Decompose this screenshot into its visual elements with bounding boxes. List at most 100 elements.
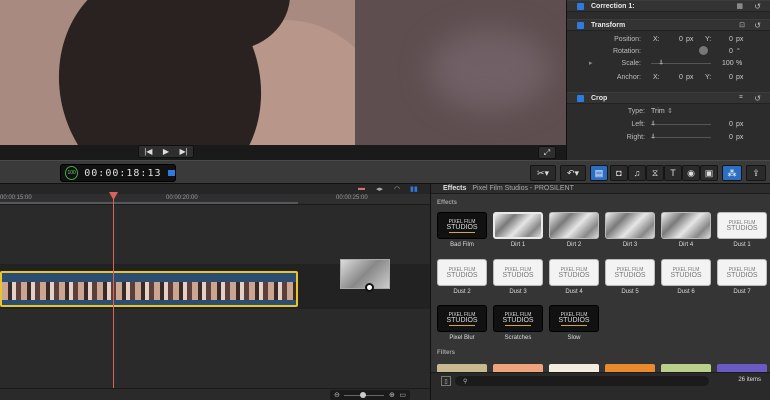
sidebar-icon: ▯ [444, 378, 448, 385]
undo-icon: ↶▾ [566, 167, 580, 178]
undo-menu-button[interactable]: ↶▾ [560, 165, 586, 181]
expand-icon: ⤢ [543, 147, 551, 157]
effect-label: Dust 3 [509, 289, 527, 295]
play-icon[interactable]: ▶ [163, 147, 169, 156]
correction-section-header[interactable]: Correction 1: ▦ ↺ [567, 0, 770, 12]
timeline-bottom-bar: ⊖ ⊕ ▭ [0, 388, 430, 400]
scale-value[interactable]: 100 [722, 60, 734, 67]
audio-meter-icon[interactable] [167, 170, 175, 176]
crop-tool-icon[interactable]: ⌗ [739, 94, 743, 102]
effect-thumbnail[interactable]: PIXEL FILM STUDIOS [717, 259, 767, 286]
effect-thumbnail[interactable] [605, 212, 655, 239]
generators-button[interactable]: ◉ [682, 165, 700, 181]
logo-underline [449, 324, 475, 326]
transform-section-header[interactable]: Transform ⊡ ↺ [567, 19, 770, 31]
crop-left-value[interactable]: 0 [729, 121, 733, 128]
anchor-row: Anchor: X: 0 px Y: 0 px [567, 71, 770, 83]
rotation-value[interactable]: 0 [729, 48, 733, 55]
transitions-icon: ⧖ [651, 167, 659, 178]
effect-label: Dust 2 [453, 289, 471, 295]
crop-right-knob[interactable]: ⍋ [651, 133, 655, 141]
previous-frame-icon[interactable]: |◀ [144, 147, 152, 156]
playhead[interactable] [113, 192, 114, 388]
reset-icon[interactable]: ↺ [754, 21, 761, 30]
transform-enable-checkbox[interactable] [577, 21, 584, 29]
clip-view-button[interactable]: ▤ [590, 165, 608, 181]
effect-thumbnail[interactable]: PIXEL FILM STUDIOS [605, 259, 655, 286]
scale-slider-knob[interactable]: ⍋ [659, 59, 663, 67]
color-board-icon[interactable]: ▦ [736, 2, 743, 10]
pfs-logo-text: STUDIOS [726, 271, 758, 279]
zoom-in-icon[interactable]: ⊕ [389, 391, 395, 399]
anchor-x-value[interactable]: 0 [679, 74, 683, 81]
effect-label: Dust 1 [733, 242, 751, 248]
not-allowed-cursor-icon [365, 283, 374, 292]
effect-thumbnail[interactable]: PIXEL FILM STUDIOS [437, 305, 487, 332]
position-y-value[interactable]: 0 [729, 36, 733, 43]
effect-thumbnail[interactable]: PIXEL FILM STUDIOS [493, 305, 543, 332]
correction-enable-checkbox[interactable] [577, 2, 584, 10]
photos-button[interactable]: ◘ [610, 165, 628, 181]
crop-section-header[interactable]: Crop ⌗ ↺ [567, 92, 770, 104]
rotation-dial[interactable] [699, 46, 708, 55]
anchor-label: Anchor: [616, 73, 641, 81]
effect-thumbnail[interactable] [493, 212, 543, 239]
effect-thumbnail[interactable]: PIXEL FILM STUDIOS [437, 259, 487, 286]
zoom-out-icon[interactable]: ⊖ [334, 391, 340, 399]
effect-thumbnail[interactable]: PIXEL FILM STUDIOS [493, 259, 543, 286]
chevron-updown-icon[interactable]: ⇕ [667, 107, 673, 115]
reset-icon[interactable]: ↺ [754, 94, 761, 103]
crop-enable-checkbox[interactable] [577, 94, 584, 102]
rotation-row: Rotation: 0 ° [567, 45, 770, 57]
crop-right-slider[interactable] [651, 137, 711, 138]
effect-label: Dust 6 [677, 289, 695, 295]
timeline-ruler[interactable]: 00:00:15:00 00:00:20:00 00:00:25:00 [0, 194, 430, 205]
clip-appearance-icon[interactable]: ▭ [399, 391, 406, 399]
crop-left-knob[interactable]: ⍋ [651, 120, 655, 128]
video-clip[interactable] [0, 271, 298, 307]
effect-thumbnail[interactable]: PIXEL FILM STUDIOS [437, 212, 487, 239]
audio-skimming-icon[interactable]: ◂▸ [376, 185, 383, 193]
solo-icon[interactable]: ◠ [394, 185, 400, 193]
sidebar-toggle-button[interactable]: ▯ [441, 376, 451, 386]
anchor-y-value[interactable]: 0 [729, 74, 733, 81]
position-x-value[interactable]: 0 [679, 36, 683, 43]
zoom-slider-knob[interactable] [360, 391, 367, 398]
next-frame-icon[interactable]: ▶| [180, 147, 188, 156]
effects-icon: ⁂ [727, 167, 737, 178]
logo-underline [505, 324, 531, 326]
fullscreen-button[interactable]: ⤢ [538, 146, 556, 159]
skimming-icon[interactable]: ▬ [358, 185, 365, 192]
clip-view-icon: ▤ [594, 167, 604, 178]
zoom-slider[interactable] [344, 391, 385, 398]
effect-thumbnail[interactable]: PIXEL FILM STUDIOS [717, 212, 767, 239]
music-button[interactable]: ♫ [628, 165, 646, 181]
effect-thumbnail[interactable] [661, 212, 711, 239]
crop-right-value[interactable]: 0 [729, 134, 733, 141]
tool-select-button[interactable]: ✂▾ [530, 165, 556, 181]
effect-thumbnail[interactable]: PIXEL FILM STUDIOS [549, 305, 599, 332]
anchor-x-unit: px [686, 73, 694, 81]
effect-thumbnail[interactable]: PIXEL FILM STUDIOS [549, 259, 599, 286]
crop-type-select[interactable]: Trim [651, 108, 665, 115]
timeline-zoom-control[interactable]: ⊖ ⊕ ▭ [330, 390, 410, 400]
crop-left-slider[interactable] [651, 124, 711, 125]
position-label: Position: [614, 35, 641, 43]
background-tasks-icon[interactable]: 100 [65, 166, 79, 180]
reset-icon[interactable]: ↺ [754, 2, 761, 11]
viewer: |◀ ▶ ▶| ⤢ [0, 0, 566, 160]
snapping-icon[interactable]: ▮▮ [410, 185, 418, 193]
effects-search-field[interactable]: ⚲ [455, 376, 709, 386]
effect-label: Dirt 2 [566, 242, 582, 248]
dashboard-timecode[interactable]: 100 00:00:18:13 [60, 164, 176, 182]
effects-browser-button[interactable]: ⁂ [722, 165, 742, 181]
titles-button[interactable]: T [664, 165, 682, 181]
transitions-button[interactable]: ⧖ [646, 165, 664, 181]
effect-thumbnail[interactable] [549, 212, 599, 239]
themes-button[interactable]: ▣ [700, 165, 718, 181]
effect-thumbnail[interactable]: PIXEL FILM STUDIOS [661, 259, 711, 286]
crop-type-row: Type: Trim ⇕ [567, 105, 770, 117]
share-button[interactable]: ⇪ [746, 165, 766, 181]
onscreen-controls-icon[interactable]: ⊡ [739, 21, 745, 29]
effects-section-label: Effects [437, 200, 458, 206]
